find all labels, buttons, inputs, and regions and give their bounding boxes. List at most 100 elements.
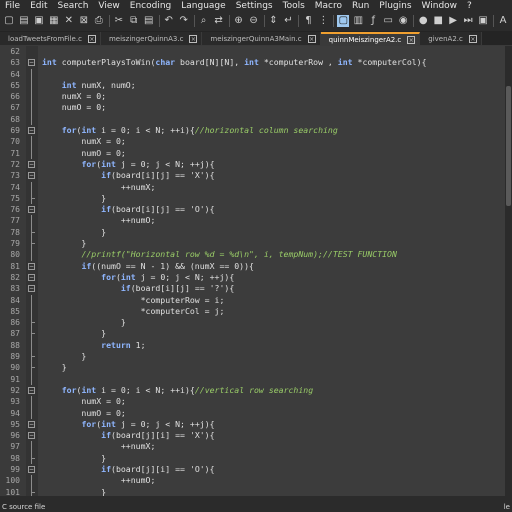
code-line[interactable]: 86 }	[0, 317, 505, 329]
record-macro-icon[interactable]: ●	[417, 15, 429, 27]
document-tab[interactable]: quinnMeiszingerA2.c ×	[320, 32, 421, 45]
run-macro-multiple-icon[interactable]: ⏭	[462, 15, 474, 27]
fold-toggle-icon[interactable]: −	[28, 420, 35, 428]
save-all-icon[interactable]: ▦	[48, 15, 60, 27]
play-macro-icon[interactable]: ▶	[447, 15, 459, 27]
fold-toggle-icon[interactable]: −	[28, 160, 35, 168]
fold-toggle-icon[interactable]: −	[28, 432, 35, 440]
sync-scroll-icon[interactable]: ⇕	[268, 15, 280, 27]
fold-toggle-icon[interactable]: −	[28, 386, 35, 394]
code-line[interactable]: 74 ++numX;	[0, 181, 505, 193]
code-line[interactable]: 71 numO = 0;	[0, 147, 505, 159]
code-area[interactable]: 62 63− int computerPlaysToWin(char board[N…	[0, 46, 505, 496]
document-tab[interactable]: meiszingerQuinnA3Main.c ×	[202, 32, 321, 45]
menu-help[interactable]: ?	[462, 0, 477, 12]
fold-toggle-icon[interactable]: −	[28, 285, 35, 293]
code-line[interactable]: 83− if(board[i][j] == '?'){	[0, 283, 505, 294]
code-line[interactable]: 76− if(board[i][j] == 'O'){	[0, 204, 505, 215]
zoom-out-icon[interactable]: ⊖	[248, 15, 260, 27]
code-line[interactable]: 97 ++numX;	[0, 441, 505, 453]
code-line[interactable]: 84 *computerRow = i;	[0, 294, 505, 306]
function-list-icon[interactable]: ƒ	[367, 15, 379, 27]
plugin-icon[interactable]: A	[497, 15, 509, 27]
fold-toggle-icon[interactable]: −	[28, 127, 35, 135]
paste-icon[interactable]: ▤	[143, 15, 155, 27]
menu-tools[interactable]: Tools	[278, 0, 310, 12]
code-line[interactable]: 70 numX = 0;	[0, 136, 505, 148]
code-line[interactable]: 91	[0, 373, 505, 385]
code-line[interactable]: 67 numO = 0;	[0, 102, 505, 114]
code-line[interactable]: 82− for(int j = 0; j < N; ++j){	[0, 272, 505, 283]
code-line[interactable]: 95− for(int j = 0; j < N; ++j){	[0, 419, 505, 430]
undo-icon[interactable]: ↶	[163, 15, 175, 27]
document-map-icon[interactable]: ▥	[352, 15, 364, 27]
code-line[interactable]: 85 *computerCol = j;	[0, 305, 505, 318]
fold-toggle-icon[interactable]: −	[28, 465, 35, 473]
vertical-scroll-thumb[interactable]	[506, 86, 511, 206]
tab-close-icon[interactable]: ×	[189, 34, 198, 43]
code-line[interactable]: 89 }	[0, 351, 505, 363]
code-line[interactable]: 92− for(int i = 0; i < N; ++i){//vertica…	[0, 385, 505, 396]
zoom-in-icon[interactable]: ⊕	[233, 15, 245, 27]
print-icon[interactable]: ⎙	[93, 15, 105, 27]
menu-run[interactable]: Run	[347, 0, 374, 12]
menu-search[interactable]: Search	[53, 0, 94, 12]
code-line[interactable]: 80 //printf("Horizontal row %d = %d\n", …	[0, 249, 505, 261]
replace-icon[interactable]: ⇄	[213, 15, 225, 27]
close-icon[interactable]: ✕	[63, 15, 75, 27]
document-tab[interactable]: loadTweetsFromFile.c ×	[0, 32, 101, 45]
menu-language[interactable]: Language	[176, 0, 230, 12]
code-line[interactable]: 88 return 1;	[0, 339, 505, 352]
code-line[interactable]: 62	[0, 46, 505, 57]
code-line[interactable]: 98 }	[0, 452, 505, 464]
find-icon[interactable]: ⌕	[198, 15, 210, 27]
fold-toggle-icon[interactable]: −	[28, 206, 35, 214]
show-all-chars-icon[interactable]: ¶	[302, 15, 314, 27]
code-line[interactable]: 63− int computerPlaysToWin(char board[N][…	[0, 57, 505, 68]
user-language-icon[interactable]: ▢	[337, 15, 350, 27]
code-line[interactable]: 87 }	[0, 328, 505, 340]
menu-file[interactable]: File	[0, 0, 25, 12]
tab-close-icon[interactable]: ×	[87, 34, 96, 43]
close-all-icon[interactable]: ⊠	[78, 15, 90, 27]
code-line[interactable]: 79 }	[0, 238, 505, 250]
tab-close-icon[interactable]: ×	[468, 34, 477, 43]
code-line[interactable]: 66 numX = 0;	[0, 91, 505, 103]
code-line[interactable]: 69− for(int i = 0; i < N; ++i){//horizon…	[0, 125, 505, 136]
menu-macro[interactable]: Macro	[310, 0, 347, 12]
code-line[interactable]: 78 }	[0, 226, 505, 239]
folder-workspace-icon[interactable]: ▭	[382, 15, 394, 27]
code-line[interactable]: 72− for(int j = 0; j < N; ++j){	[0, 159, 505, 170]
code-line[interactable]: 64	[0, 68, 505, 80]
code-line[interactable]: 73− if(board[i][j] == 'X'){	[0, 170, 505, 181]
save-icon[interactable]: ▣	[33, 15, 45, 27]
menu-plugins[interactable]: Plugins	[374, 0, 416, 12]
menu-window[interactable]: Window	[417, 0, 463, 12]
stop-macro-icon[interactable]: ■	[432, 15, 444, 27]
code-line[interactable]: 77 ++numO;	[0, 215, 505, 227]
code-line[interactable]: 90 }	[0, 362, 505, 374]
menu-encoding[interactable]: Encoding	[125, 0, 176, 12]
code-line[interactable]: 99− if(board[j][i] == 'O'){	[0, 464, 505, 475]
menu-view[interactable]: View	[93, 0, 124, 12]
code-line[interactable]: 100 ++numO;	[0, 475, 505, 487]
fold-toggle-icon[interactable]: −	[28, 172, 35, 180]
new-file-icon[interactable]: ▢	[3, 15, 15, 27]
cut-icon[interactable]: ✂	[113, 15, 125, 27]
tab-close-icon[interactable]: ×	[407, 35, 416, 44]
word-wrap-icon[interactable]: ↵	[282, 15, 294, 27]
code-line[interactable]: 65 int numX, numO;	[0, 79, 505, 92]
monitoring-icon[interactable]: ◉	[397, 15, 409, 27]
open-file-icon[interactable]: ▤	[18, 15, 30, 27]
code-line[interactable]: 81− if((numO == N - 1) && (numX == 0)){	[0, 261, 505, 272]
redo-icon[interactable]: ↷	[178, 15, 190, 27]
code-line[interactable]: 93 numX = 0;	[0, 396, 505, 408]
save-macro-icon[interactable]: ▣	[477, 15, 489, 27]
menu-settings[interactable]: Settings	[231, 0, 278, 12]
code-line[interactable]: 68	[0, 113, 505, 126]
document-tab[interactable]: meiszingerQuinnA3.c ×	[100, 32, 203, 45]
code-line[interactable]: 94 numO = 0;	[0, 407, 505, 419]
fold-toggle-icon[interactable]: −	[28, 273, 35, 281]
code-editor[interactable]: 62 63− int computerPlaysToWin(char board[N…	[0, 46, 505, 496]
code-line[interactable]: 75 }	[0, 192, 505, 205]
